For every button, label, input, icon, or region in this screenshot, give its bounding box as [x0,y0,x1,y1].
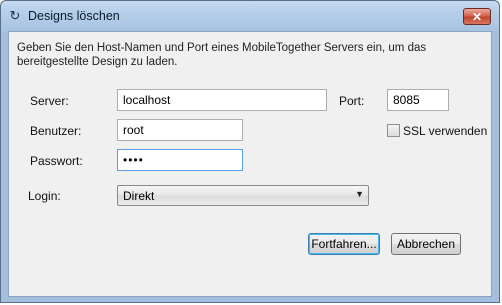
server-label: Server: [30,94,69,108]
cancel-button[interactable]: Abbrechen [391,233,461,255]
login-select-value: Direkt [123,189,155,203]
user-label: Benutzer: [30,124,82,138]
login-select[interactable]: Direkt ▼ [117,185,369,206]
user-input[interactable] [117,119,243,141]
login-label: Login: [28,189,61,203]
dialog-content: Geben Sie den Host-Namen und Port eines … [8,31,492,297]
chevron-down-icon: ▼ [355,189,364,199]
close-button[interactable]: ✕ [463,8,491,25]
server-input[interactable] [117,89,327,111]
close-icon: ✕ [471,10,483,24]
password-label: Passwort: [30,154,83,168]
intro-text: Geben Sie den Host-Namen und Port eines … [17,42,427,68]
port-input[interactable] [387,89,449,111]
ssl-label[interactable]: SSL verwenden [403,124,487,138]
dialog-window: ↻ Designs löschen ✕ Geben Sie den Host-N… [0,0,500,303]
title-bar[interactable]: ↻ Designs löschen ✕ [1,1,499,31]
password-input[interactable] [117,149,243,171]
continue-button[interactable]: Fortfahren... [308,233,380,255]
refresh-icon: ↻ [9,8,21,23]
window-title: Designs löschen [28,9,120,23]
resize-grip[interactable]: ⋰ [487,290,497,300]
ssl-checkbox[interactable] [387,124,400,137]
port-label: Port: [339,94,365,108]
